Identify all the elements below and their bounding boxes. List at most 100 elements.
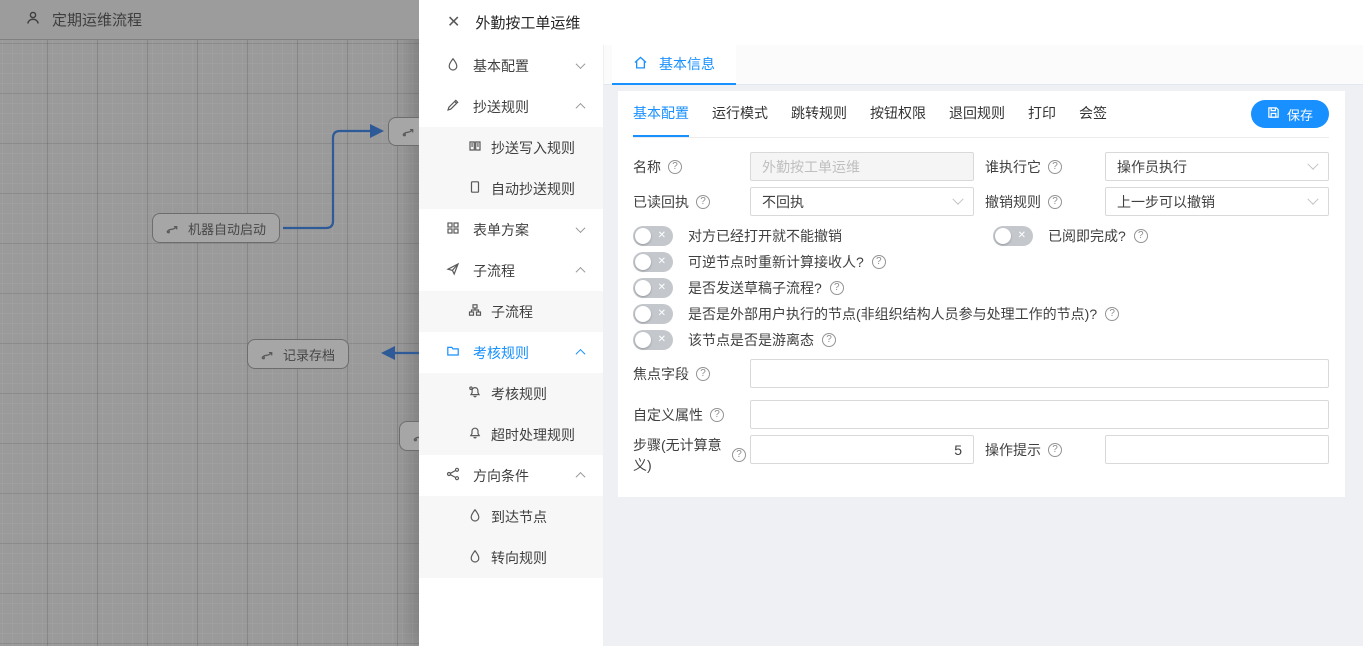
help-icon[interactable]: ? [1048,443,1062,457]
read-receipt-select[interactable]: 不回执 [750,187,974,216]
chevron-up-icon [576,103,586,113]
help-icon[interactable]: ? [696,195,710,209]
chevron-up-icon [576,267,586,277]
sidebar-item-timeout-rules[interactable]: 超时处理规则 [419,414,603,455]
toggle-external-user-node[interactable]: ✕ [633,304,673,324]
help-icon[interactable]: ? [668,160,682,174]
toggle-send-draft-subflow[interactable]: ✕ [633,278,673,298]
sidebar-item-assessment-rules-child[interactable]: 考核规则 [419,373,603,414]
focus-field-input[interactable] [750,359,1329,388]
help-icon[interactable]: ? [1048,195,1062,209]
file-icon [468,180,482,197]
executor-label: 谁执行它? [985,152,1105,181]
executor-select[interactable]: 操作员执行 [1105,152,1329,181]
drawer-header: ✕ 外勤按工单运维 [419,0,1363,45]
help-icon[interactable]: ? [830,281,844,295]
drawer-title: 外勤按工单运维 [475,12,580,33]
focus-field-label: 焦点字段? [633,359,750,388]
inner-tabs: 基本配置 运行模式 跳转规则 按钮权限 退回规则 打印 会签 保存 [633,91,1329,138]
help-icon[interactable]: ? [732,448,746,462]
custom-attr-input[interactable] [750,400,1329,429]
workflow-icon [413,430,419,443]
droplet-icon [468,508,482,525]
share-icon [446,467,460,484]
tab-basic-info[interactable]: 基本信息 [612,45,736,85]
tab-return-rules[interactable]: 退回规则 [949,91,1005,137]
help-icon[interactable]: ? [872,255,886,269]
flow-node-label: 记录存档 [283,345,335,364]
flow-node-partial-bottom[interactable] [399,421,419,451]
help-icon[interactable]: ? [1105,307,1119,321]
sidebar-item-subflow[interactable]: 子流程 [419,250,603,291]
node-settings-drawer: ✕ 外勤按工单运维 基本配置 抄送规则 抄送写入规则 自动抄送规则 [419,0,1363,646]
sidebar-item-basic-config[interactable]: 基本配置 [419,45,603,86]
sidebar-item-assessment-rules[interactable]: 考核规则 [419,332,603,373]
chevron-down-icon [1307,193,1318,204]
sidebar-item-subflow-child[interactable]: 子流程 [419,291,603,332]
toggle-label: 是否发送草稿子流程?? [688,278,844,298]
tab-jump-rules[interactable]: 跳转规则 [791,91,847,137]
flow-node-auto-start[interactable]: 机器自动启动 [152,213,280,243]
flow-node-partial-top[interactable] [388,117,419,146]
revoke-rule-select[interactable]: 上一步可以撤销 [1105,187,1329,216]
page-tab-bar: 基本信息 [604,45,1363,85]
read-receipt-label: 已读回执? [633,187,750,216]
tab-countersign[interactable]: 会签 [1079,91,1107,137]
settings-sidebar: 基本配置 抄送规则 抄送写入规则 自动抄送规则 表单方案 [419,45,604,646]
tab-button-permissions[interactable]: 按钮权限 [870,91,926,137]
chevron-down-icon [576,223,586,233]
tab-basic-config[interactable]: 基本配置 [633,91,689,137]
sidebar-item-arrive-node[interactable]: 到达节点 [419,496,603,537]
flow-node-archive[interactable]: 记录存档 [247,339,349,369]
pencil-icon [446,98,460,115]
revoke-rule-label: 撤销规则? [985,187,1105,216]
help-icon[interactable]: ? [1048,160,1062,174]
help-icon[interactable]: ? [696,367,710,381]
sidebar-item-cc-write-rules[interactable]: 抄送写入规则 [419,127,603,168]
flow-header: 定期运维流程 [0,0,419,40]
op-hint-input[interactable] [1105,435,1329,464]
help-icon[interactable]: ? [822,333,836,347]
sidebar-item-cc-rules[interactable]: 抄送规则 [419,86,603,127]
chevron-up-icon [576,349,586,359]
steps-input[interactable]: 5 [750,435,974,464]
basic-config-card: 基本配置 运行模式 跳转规则 按钮权限 退回规则 打印 会签 保存 [618,91,1345,497]
toggle-free-state-node[interactable]: ✕ [633,330,673,350]
flow-edges [0,0,419,646]
toggle-label: 对方已经打开就不能撤销 [688,226,842,246]
flow-title: 定期运维流程 [52,9,142,30]
custom-attr-label: 自定义属性? [633,400,750,429]
help-icon[interactable]: ? [710,408,724,422]
workflow-icon [166,222,179,235]
bell-icon [468,426,482,443]
steps-label: 步骤(无计算意义)? [633,435,750,476]
sidebar-item-form-scheme[interactable]: 表单方案 [419,209,603,250]
name-input: 外勤按工单运维 [750,152,974,181]
sidebar-item-direction-condition[interactable]: 方向条件 [419,455,603,496]
toggle-read-complete[interactable]: ✕ [993,226,1033,246]
sidebar-item-auto-cc-rules[interactable]: 自动抄送规则 [419,168,603,209]
send-icon [446,262,460,279]
droplet-icon [468,549,482,566]
workflow-icon [402,125,415,138]
help-icon[interactable]: ? [1134,229,1148,243]
toggle-label: 是否是外部用户执行的节点(非组织结构人员参与处理工作的节点)?? [688,304,1119,324]
save-button[interactable]: 保存 [1251,100,1329,128]
chevron-down-icon [952,193,963,204]
basic-config-form: 名称? 外勤按工单运维 谁执行它? 操作员执行 [633,152,1329,476]
tab-run-mode[interactable]: 运行模式 [712,91,768,137]
toggle-recalc-receivers[interactable]: ✕ [633,252,673,272]
chevron-up-icon [576,472,586,482]
chevron-down-icon [576,59,586,69]
op-hint-label: 操作提示? [985,435,1105,464]
user-icon [25,10,41,30]
home-icon [633,55,648,73]
close-icon[interactable]: ✕ [447,15,460,31]
toggle-no-revoke-after-open[interactable]: ✕ [633,226,673,246]
sidebar-item-turn-rules[interactable]: 转向规则 [419,537,603,578]
settings-main: 基本信息 基本配置 运行模式 跳转规则 按钮权限 退回规则 打印 会签 [604,45,1363,646]
droplet-icon [446,57,460,74]
toggle-label: 已阅即完成?? [1048,226,1148,246]
flow-canvas: 定期运维流程 机器自动启动 记录存档 [0,0,419,646]
tab-print[interactable]: 打印 [1028,91,1056,137]
